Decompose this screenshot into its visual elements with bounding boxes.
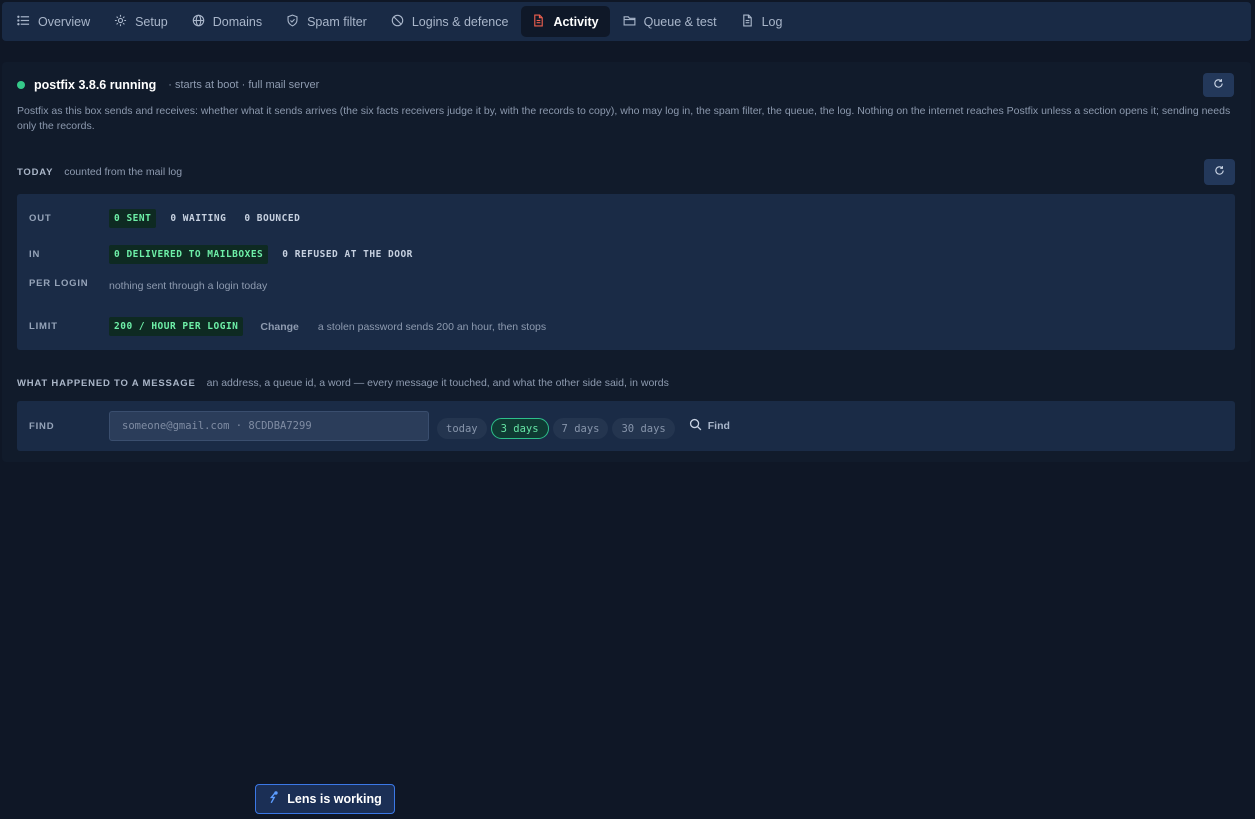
document-icon <box>532 14 545 30</box>
sent-count: 0 SENT <box>109 209 157 228</box>
limit-value: 200 / HOUR PER LOGIN <box>109 317 244 336</box>
tab-label: Activity <box>553 14 599 29</box>
ban-icon <box>391 14 404 30</box>
list-icon <box>17 14 30 30</box>
folder-icon <box>623 14 636 30</box>
lens-status-toast: Lens is working <box>255 784 395 814</box>
find-button-label: Find <box>707 420 730 432</box>
tab-spam-filter[interactable]: Spam filter <box>275 6 378 37</box>
tab-overview[interactable]: Overview <box>6 6 101 37</box>
service-status: postfix 3.8.6 running · starts at boot ·… <box>17 78 319 92</box>
tab-setup[interactable]: Setup <box>103 6 179 37</box>
service-description: Postfix as this box sends and receives: … <box>17 105 1231 132</box>
tab-domains[interactable]: Domains <box>181 6 273 37</box>
section-label: TODAY <box>17 167 54 178</box>
lens-icon <box>268 791 279 807</box>
tab-log[interactable]: Log <box>730 6 794 37</box>
service-subtitle: · starts at boot · full mail server <box>168 79 320 91</box>
row-label: OUT <box>29 213 52 224</box>
find-row: FIND today 3 days 7 days 30 days Find <box>29 411 730 441</box>
range-chip-30-days[interactable]: 30 days <box>612 418 675 439</box>
tab-label: Logins & defence <box>411 14 509 29</box>
bounced-count: 0 BOUNCED <box>244 213 301 224</box>
gear-icon <box>114 14 127 30</box>
waiting-count: 0 WAITING <box>170 213 227 224</box>
tab-label: Setup <box>135 14 168 29</box>
per-login-note: nothing sent through a login today <box>109 280 268 292</box>
file-icon <box>741 14 754 30</box>
row-label: PER LOGIN <box>29 278 89 289</box>
today-card: OUT 0 SENT 0 WAITING 0 BOUNCED IN 0 DELI… <box>17 194 1235 350</box>
tab-label: Spam filter <box>307 14 367 29</box>
tab-activity[interactable]: Activity <box>521 6 610 37</box>
range-chip-3-days[interactable]: 3 days <box>490 418 549 439</box>
refresh-today-button[interactable] <box>1204 159 1235 185</box>
tab-label: Domains <box>212 14 263 29</box>
activity-panel: postfix 3.8.6 running · starts at boot ·… <box>2 62 1251 462</box>
row-label: FIND <box>29 420 55 432</box>
message-search-input[interactable] <box>109 411 429 441</box>
row-label: LIMIT <box>29 321 58 332</box>
tab-logins-defence[interactable]: Logins & defence <box>380 6 520 37</box>
tab-label: Overview <box>38 14 91 29</box>
out-row: OUT 0 SENT 0 WAITING 0 BOUNCED <box>29 209 300 228</box>
refused-count: 0 REFUSED AT THE DOOR <box>282 249 413 260</box>
row-label: IN <box>29 249 41 260</box>
today-header: TODAY counted from the mail log <box>17 166 182 178</box>
section-hint: counted from the mail log <box>64 166 183 178</box>
message-search-header: WHAT HAPPENED TO A MESSAGE an address, a… <box>17 377 669 389</box>
change-limit-link[interactable]: Change <box>260 321 299 333</box>
limit-note: a stolen password sends 200 an hour, the… <box>317 320 547 333</box>
refresh-icon <box>1214 163 1225 181</box>
range-chip-7-days[interactable]: 7 days <box>552 418 609 439</box>
message-search-card: FIND today 3 days 7 days 30 days Find <box>17 401 1235 451</box>
toast-text: Lens is working <box>287 792 382 806</box>
find-button[interactable]: Find <box>689 418 730 434</box>
globe-icon <box>192 14 205 30</box>
limit-row: LIMIT 200 / HOUR PER LOGIN Change a stol… <box>29 317 546 336</box>
status-indicator <box>17 81 25 89</box>
service-title: postfix 3.8.6 running <box>34 78 157 92</box>
tab-label: Queue & test <box>643 14 717 29</box>
section-hint: an address, a queue id, a word — every m… <box>206 377 669 389</box>
refresh-status-button[interactable] <box>1203 73 1234 97</box>
delivered-count: 0 DELIVERED TO MAILBOXES <box>109 245 269 264</box>
per-login-row: PER LOGIN nothing sent through a login t… <box>29 278 267 292</box>
search-icon <box>689 418 702 434</box>
in-row: IN 0 DELIVERED TO MAILBOXES 0 REFUSED AT… <box>29 245 413 264</box>
section-label: WHAT HAPPENED TO A MESSAGE <box>17 378 196 389</box>
refresh-icon <box>1213 76 1224 94</box>
tab-label: Log <box>761 14 783 29</box>
range-chip-today[interactable]: today <box>437 418 487 439</box>
tab-bar: Overview Setup Domains Spam filter Login… <box>2 2 1251 41</box>
tab-queue-test[interactable]: Queue & test <box>612 6 728 37</box>
shield-icon <box>286 14 299 30</box>
